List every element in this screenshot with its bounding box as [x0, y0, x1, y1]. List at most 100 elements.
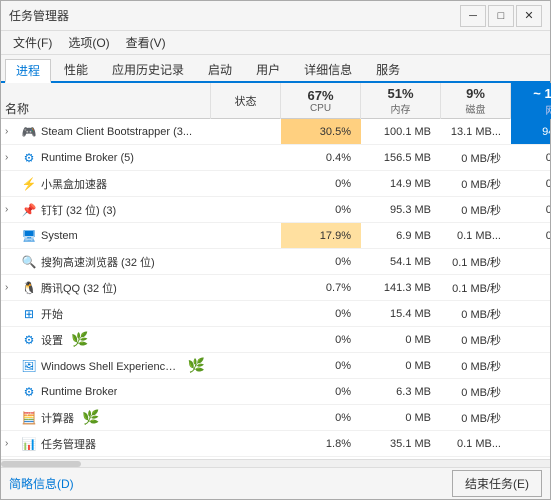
table-row[interactable]: › 🖼 Windows Shell Experience 主... 🌿 0% 0…: [1, 353, 550, 379]
end-task-button[interactable]: 结束任务(E): [452, 470, 542, 497]
process-mem: 0 MB: [361, 327, 441, 352]
process-list: › 🎮 Steam Client Bootstrapper (3... 30.5…: [1, 119, 550, 459]
horizontal-scrollbar[interactable]: [1, 459, 550, 467]
process-icon: 🔍: [21, 254, 37, 270]
process-cpu: 0%: [281, 353, 361, 378]
chevron-icon[interactable]: ›: [5, 152, 15, 163]
process-name-cell: › ⚙ 设置 🌿: [1, 327, 211, 352]
process-name-cell: › ⚙ Runtime Broker: [1, 379, 211, 404]
process-cpu: 0%: [281, 379, 361, 404]
close-button[interactable]: ✕: [516, 5, 542, 27]
menu-options[interactable]: 选项(O): [60, 32, 117, 53]
process-net: 0 Mbps: [511, 405, 550, 430]
header-network[interactable]: ~ 100% 网络: [511, 83, 551, 119]
process-icon: 📌: [21, 202, 37, 218]
chevron-icon[interactable]: ›: [5, 282, 15, 293]
header-memory[interactable]: 51% 内存: [361, 83, 441, 119]
process-net: 0 Mbps: [511, 353, 550, 378]
title-controls: ─ □ ✕: [460, 5, 542, 27]
process-net: 0.1 Mbps: [511, 223, 550, 248]
process-disk: 0 MB/秒: [441, 145, 511, 170]
header-disk[interactable]: 9% 磁盘: [441, 83, 511, 119]
process-icon: 🎮: [21, 124, 37, 140]
process-name: 任务管理器: [41, 436, 96, 452]
header-name[interactable]: 名称: [1, 83, 211, 119]
table-row[interactable]: › 🎮 Steam Client Bootstrapper (3... 30.5…: [1, 119, 550, 145]
leaf-status-icon: 🌿: [82, 409, 99, 426]
table-row[interactable]: › 🔍 搜狗高速浏览器 (32 位) 0% 54.1 MB 0.1 MB/秒 0…: [1, 249, 550, 275]
process-status: [211, 275, 281, 300]
process-name: Windows Shell Experience 主...: [41, 358, 180, 374]
header-status[interactable]: 状态: [211, 83, 281, 119]
table-row[interactable]: › ⚡ 小黑盒加速器 0% 14.9 MB 0 MB/秒 0.1 Mbps: [1, 171, 550, 197]
table-row[interactable]: › ⚙ Runtime Broker 0% 6.3 MB 0 MB/秒 0 Mb…: [1, 379, 550, 405]
table-row[interactable]: › ⚙ 设置 🌿 0% 0 MB 0 MB/秒 0 Mbps: [1, 327, 550, 353]
process-mem: 0 MB: [361, 353, 441, 378]
process-name: Runtime Broker (5): [41, 152, 134, 164]
process-status: [211, 171, 281, 196]
leaf-status-icon: 🌿: [188, 357, 205, 374]
header-cpu[interactable]: 67% CPU: [281, 83, 361, 119]
table-row[interactable]: › 🧮 计算器 🌿 0% 0 MB 0 MB/秒 0 Mbps: [1, 405, 550, 431]
process-mem: 0 MB: [361, 405, 441, 430]
process-cpu: 0%: [281, 249, 361, 274]
tab-services[interactable]: 服务: [365, 57, 411, 81]
process-icon: 🖥: [21, 228, 37, 244]
process-net: 0 Mbps: [511, 431, 550, 456]
process-net: 0 Mbps: [511, 249, 550, 274]
process-cpu: 1.8%: [281, 431, 361, 456]
scrollbar-thumb[interactable]: [1, 461, 81, 467]
tab-processes[interactable]: 进程: [5, 59, 51, 83]
table-row[interactable]: › ⚙ Runtime Broker (5) 0.4% 156.5 MB 0 M…: [1, 145, 550, 171]
tab-details[interactable]: 详细信息: [293, 57, 363, 81]
menu-view[interactable]: 查看(V): [118, 32, 174, 53]
process-mem: 54.1 MB: [361, 249, 441, 274]
table-row[interactable]: › ⊞ 开始 0% 15.4 MB 0 MB/秒 0 Mbps: [1, 301, 550, 327]
table-row[interactable]: › 🐧 腾讯QQ (32 位) 0.7% 141.3 MB 0.1 MB/秒 0…: [1, 275, 550, 301]
title-bar: 任务管理器 ─ □ ✕: [1, 1, 550, 31]
process-net: 94.9 Mb...: [511, 119, 550, 144]
process-disk: 0.1 MB...: [441, 431, 511, 456]
task-manager-window: 任务管理器 ─ □ ✕ 文件(F) 选项(O) 查看(V) 进程 性能 应用历史…: [0, 0, 551, 500]
table-row[interactable]: › 📊 任务管理器 1.8% 35.1 MB 0.1 MB... 0 Mbps: [1, 431, 550, 457]
menu-bar: 文件(F) 选项(O) 查看(V): [1, 31, 550, 55]
process-cpu: 0%: [281, 405, 361, 430]
tab-users[interactable]: 用户: [245, 57, 291, 81]
chevron-icon[interactable]: ›: [5, 126, 15, 137]
menu-file[interactable]: 文件(F): [5, 32, 60, 53]
process-status: [211, 327, 281, 352]
minimize-button[interactable]: ─: [460, 5, 486, 27]
tab-performance[interactable]: 性能: [53, 57, 99, 81]
process-name-cell: › 🖥 System: [1, 223, 211, 248]
column-headers: 名称 状态 67% CPU 51% 内存 9% 磁盘 ~ 100% 网络: [1, 83, 550, 119]
process-icon: 🧮: [21, 410, 37, 426]
maximize-button[interactable]: □: [488, 5, 514, 27]
process-icon: ⚙: [21, 332, 37, 348]
process-cpu: 0%: [281, 171, 361, 196]
process-cpu: 0%: [281, 197, 361, 222]
process-icon: ⚙: [21, 384, 37, 400]
chevron-icon[interactable]: ›: [5, 438, 15, 449]
process-name-cell: › 🐧 腾讯QQ (32 位): [1, 275, 211, 300]
table-row[interactable]: › 📌 钉钉 (32 位) (3) 0% 95.3 MB 0 MB/秒 0.1 …: [1, 197, 550, 223]
process-net: 0.1 Mbps: [511, 145, 550, 170]
table-row[interactable]: › 🖥 System 17.9% 6.9 MB 0.1 MB... 0.1 Mb…: [1, 223, 550, 249]
process-icon: 📊: [21, 436, 37, 452]
chevron-icon[interactable]: ›: [5, 204, 15, 215]
process-name-cell: › 🖼 Windows Shell Experience 主... 🌿: [1, 353, 211, 378]
process-name: Steam Client Bootstrapper (3...: [41, 126, 192, 138]
tab-startup[interactable]: 启动: [197, 57, 243, 81]
process-mem: 6.3 MB: [361, 379, 441, 404]
process-status: [211, 379, 281, 404]
process-disk: 0.1 MB/秒: [441, 249, 511, 274]
process-cpu: 17.9%: [281, 223, 361, 248]
process-icon: 🖼: [21, 358, 37, 374]
process-status: [211, 223, 281, 248]
tab-app-history[interactable]: 应用历史记录: [101, 57, 195, 81]
process-name: 腾讯QQ (32 位): [41, 280, 117, 296]
process-name: System: [41, 230, 78, 242]
process-mem: 15.4 MB: [361, 301, 441, 326]
brief-info-link[interactable]: 简略信息(D): [9, 475, 74, 492]
process-name: 设置: [41, 332, 63, 348]
process-icon: ⚙: [21, 150, 37, 166]
